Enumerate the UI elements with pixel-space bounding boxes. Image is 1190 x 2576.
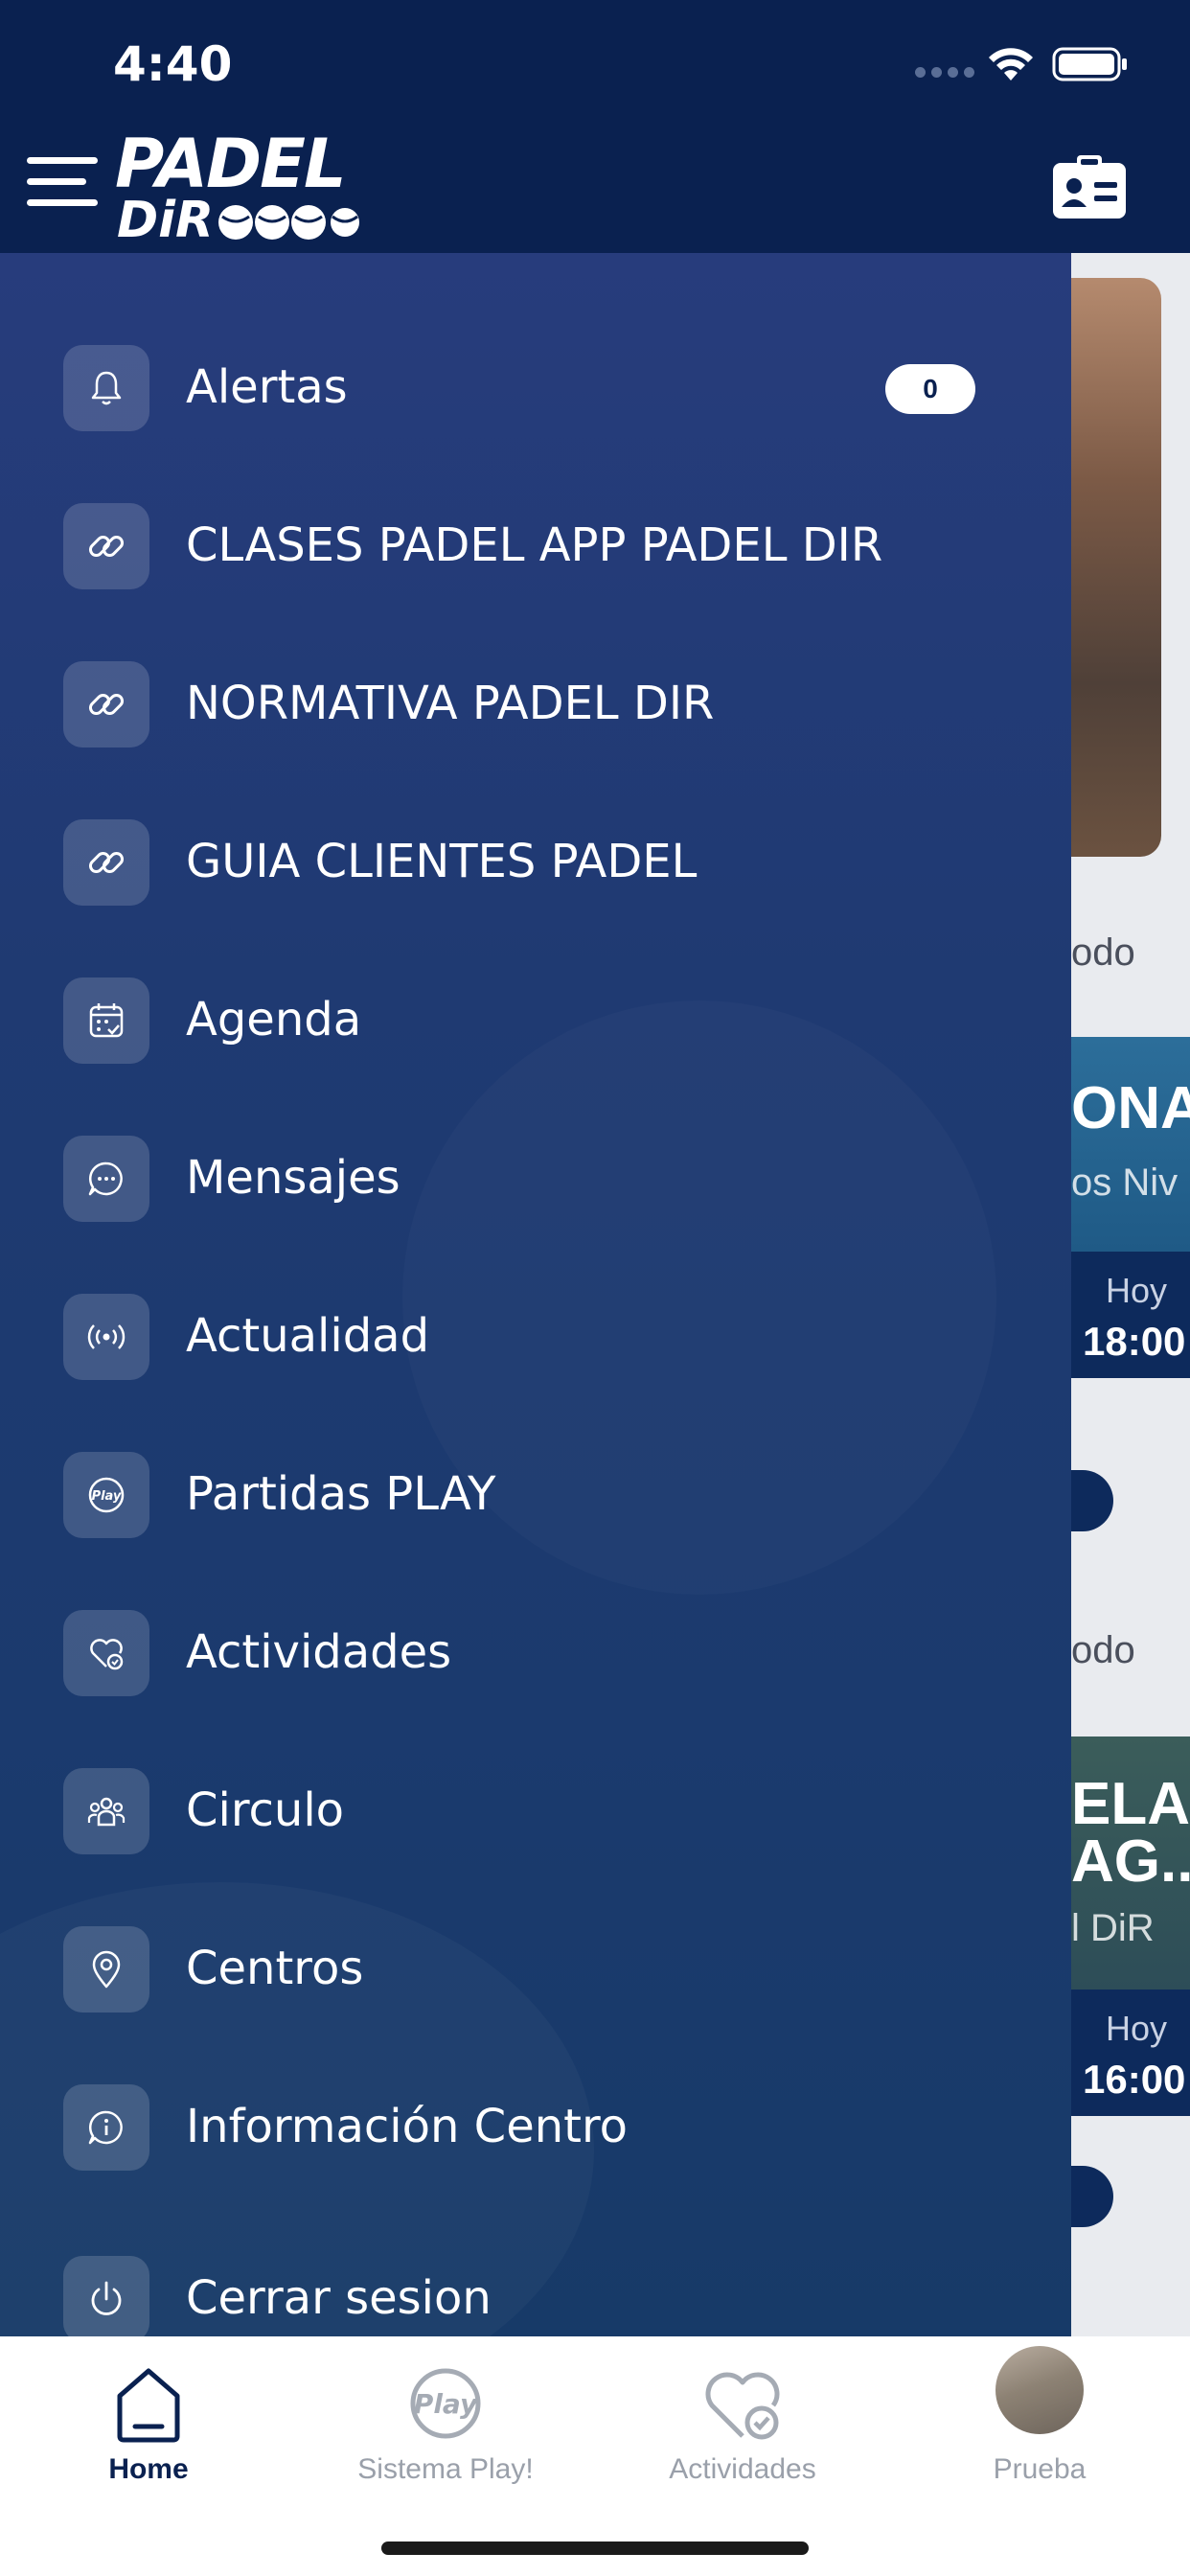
activity-card-time: 18:00 (1083, 1319, 1186, 1364)
activity-card-image: ONA os Niv (1071, 1037, 1190, 1252)
svg-text:Play: Play (414, 2388, 479, 2420)
menu-item-label: Cerrar sesion (186, 2271, 492, 2325)
menu-item-agenda[interactable]: Agenda (0, 949, 1071, 1092)
menu-item-label: CLASES PADEL APP PADEL DIR (186, 518, 883, 572)
side-drawer-menu: Alertas 0 CLASES PADEL APP PADEL DIR NOR… (0, 253, 1071, 2336)
play-logo-icon: Play (63, 1452, 149, 1538)
gender-icon (1071, 1470, 1113, 1531)
svg-text:Play: Play (92, 1489, 122, 1504)
link-icon (63, 661, 149, 748)
activity-card-subtitle: os Niv (1071, 1162, 1179, 1204)
banner-image (1071, 278, 1161, 857)
section-link-text: odo (1071, 1629, 1135, 1671)
activity-card-day: Hoy (1106, 1271, 1168, 1310)
menu-item-actualidad[interactable]: Actualidad (0, 1265, 1071, 1409)
hamburger-menu-icon[interactable] (27, 157, 98, 209)
bell-icon (63, 345, 149, 431)
calendar-icon (63, 978, 149, 1064)
bottom-tab-bar: Home Play Sistema Play! Actividades Prue… (0, 2336, 1190, 2576)
menu-item-label: Actualidad (186, 1309, 430, 1363)
menu-item-normativa[interactable]: NORMATIVA PADEL DIR (0, 632, 1071, 776)
section-link-text: odo (1071, 932, 1135, 974)
logo-text-dir: DiR (117, 192, 215, 249)
background-home-content: odo ONA os Niv Hoy 18:00 odo ELA AG.. l … (1071, 253, 1190, 2336)
menu-item-circulo[interactable]: Circulo (0, 1739, 1071, 1883)
menu-item-label: Información Centro (186, 2100, 629, 2153)
cellular-signal-icon (915, 67, 974, 79)
status-time: 4:40 (113, 36, 233, 92)
menu-item-guia-clientes[interactable]: GUIA CLIENTES PADEL (0, 791, 1071, 934)
link-icon (63, 819, 149, 906)
tab-label: Prueba (993, 2453, 1087, 2485)
logo-text-padel: PADEL (115, 125, 347, 203)
heart-check-icon (63, 1610, 149, 1696)
activity-card-title: AG.. (1071, 1828, 1190, 1895)
link-icon (63, 503, 149, 589)
tab-actividades[interactable]: Actividades (594, 2336, 891, 2509)
activity-card-info: Hoy 18:00 (1071, 1252, 1190, 1378)
menu-item-label: GUIA CLIENTES PADEL (186, 835, 698, 888)
menu-item-partidas-play[interactable]: Play Partidas PLAY (0, 1423, 1071, 1567)
play-logo-icon: Play (410, 2368, 481, 2439)
id-card-icon[interactable] (1050, 153, 1129, 222)
tab-home[interactable]: Home (0, 2336, 297, 2509)
activity-card-title: ELA (1071, 1771, 1190, 1837)
menu-item-label: Partidas PLAY (186, 1467, 496, 1521)
home-indicator (381, 2542, 809, 2555)
menu-item-label: Mensajes (186, 1151, 400, 1205)
menu-item-centros[interactable]: Centros (0, 1898, 1071, 2041)
broadcast-icon (63, 1294, 149, 1380)
gender-icon (1071, 2166, 1113, 2227)
location-pin-icon (63, 1926, 149, 2012)
menu-item-label: Circulo (186, 1783, 345, 1837)
menu-item-label: Alertas (186, 360, 348, 414)
activity-card-info: Hoy 16:00 (1071, 1990, 1190, 2116)
battery-icon (1052, 47, 1127, 81)
wifi-icon (989, 48, 1033, 80)
group-icon (63, 1768, 149, 1854)
tab-sistema-play[interactable]: Play Sistema Play! (297, 2336, 594, 2509)
activity-card-image: ELA AG.. l DiR (1071, 1736, 1190, 1990)
menu-item-actividades[interactable]: Actividades (0, 1581, 1071, 1725)
menu-item-label: Centros (186, 1942, 364, 1995)
power-icon (63, 2256, 149, 2336)
avatar (995, 2346, 1084, 2434)
menu-item-label: NORMATIVA PADEL DIR (186, 677, 715, 730)
chat-bubble-icon (63, 1136, 149, 1222)
tab-prueba[interactable]: Prueba (891, 2336, 1188, 2509)
alerts-count-badge: 0 (885, 364, 975, 414)
menu-item-cerrar-sesion[interactable]: Cerrar sesion (0, 2227, 1071, 2336)
menu-item-mensajes[interactable]: Mensajes (0, 1107, 1071, 1251)
heart-check-icon (705, 2372, 780, 2440)
tab-label: Actividades (669, 2453, 816, 2485)
activity-card-subtitle: l DiR (1071, 1907, 1155, 1949)
padel-dir-logo: PADEL DiR (115, 130, 364, 249)
info-bubble-icon (63, 2084, 149, 2171)
activity-card-day: Hoy (1106, 2009, 1168, 2048)
app-header: 4:40 PADEL DiR (0, 0, 1190, 253)
menu-item-label: Agenda (186, 993, 362, 1046)
menu-item-alertas[interactable]: Alertas 0 (0, 316, 1071, 460)
activity-card-time: 16:00 (1083, 2057, 1186, 2102)
home-icon (117, 2368, 180, 2443)
menu-item-clases-padel[interactable]: CLASES PADEL APP PADEL DIR (0, 474, 1071, 618)
logo-balls-icon (218, 205, 359, 240)
menu-item-informacion-centro[interactable]: Información Centro (0, 2056, 1071, 2199)
tab-label: Home (108, 2453, 189, 2485)
activity-card-title: ONA (1071, 1075, 1190, 1141)
tab-label: Sistema Play! (357, 2453, 534, 2485)
menu-item-label: Actividades (186, 1625, 452, 1679)
